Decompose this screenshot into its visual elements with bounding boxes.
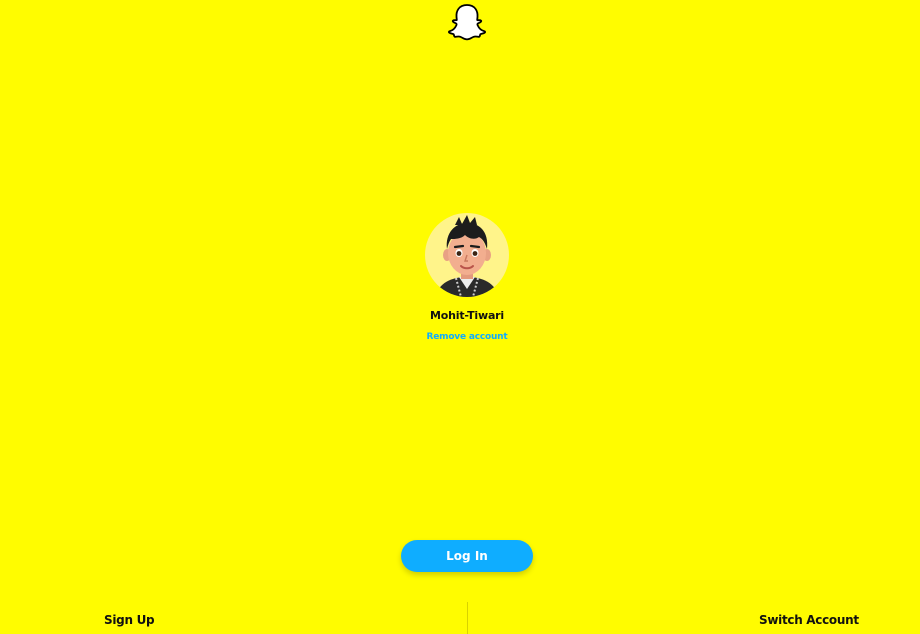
switch-account-link[interactable]: Switch Account — [759, 613, 859, 627]
snapchat-ghost-icon — [448, 4, 486, 41]
footer-divider — [467, 602, 468, 634]
account-username: Mohit-Tiwari — [430, 309, 504, 322]
remove-account-link[interactable]: Remove account — [360, 332, 574, 342]
sign-up-link[interactable]: Sign Up — [104, 613, 155, 627]
bitmoji-avatar[interactable] — [425, 213, 509, 297]
login-screen: Mohit-Tiwari Remove account Log In Sign … — [0, 0, 920, 634]
login-button[interactable]: Log In — [401, 540, 533, 572]
avatar-icon — [435, 215, 499, 297]
